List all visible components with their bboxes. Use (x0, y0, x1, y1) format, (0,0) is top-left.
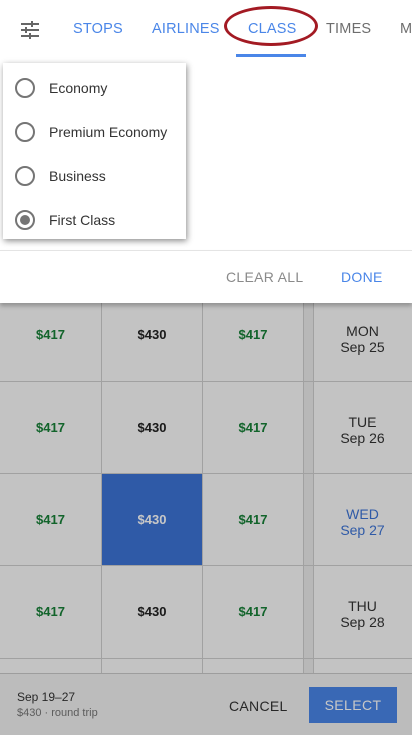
clear-all-button[interactable]: CLEAR ALL (226, 269, 303, 285)
tab-times[interactable]: TIMES (326, 21, 371, 37)
option-label: Premium Economy (49, 124, 168, 140)
class-dropdown: Economy Premium Economy Business First C… (3, 63, 186, 239)
filter-action-bar: CLEAR ALL DONE (0, 251, 412, 303)
filter-sliders-icon[interactable] (18, 18, 42, 42)
tab-airlines[interactable]: AIRLINES (152, 21, 220, 37)
option-economy[interactable]: Economy (3, 66, 186, 110)
dim-overlay (0, 303, 412, 673)
active-tab-indicator (236, 54, 306, 57)
radio-economy[interactable] (15, 78, 35, 98)
option-premium-economy[interactable]: Premium Economy (3, 110, 186, 154)
tab-more[interactable]: M (400, 21, 412, 37)
option-label: Economy (49, 80, 108, 96)
option-label: Business (49, 168, 106, 184)
done-button[interactable]: DONE (341, 269, 383, 285)
option-label: First Class (49, 212, 116, 228)
radio-premium-economy[interactable] (15, 122, 35, 142)
radio-business[interactable] (15, 166, 35, 186)
filter-tab-bar: STOPS AIRLINES CLASS TIMES M (0, 0, 412, 58)
tab-stops[interactable]: STOPS (73, 21, 123, 37)
annotation-ellipse (224, 6, 318, 46)
dim-overlay (0, 673, 412, 735)
radio-first-class[interactable] (15, 210, 35, 230)
option-first-class[interactable]: First Class (3, 198, 186, 242)
option-business[interactable]: Business (3, 154, 186, 198)
